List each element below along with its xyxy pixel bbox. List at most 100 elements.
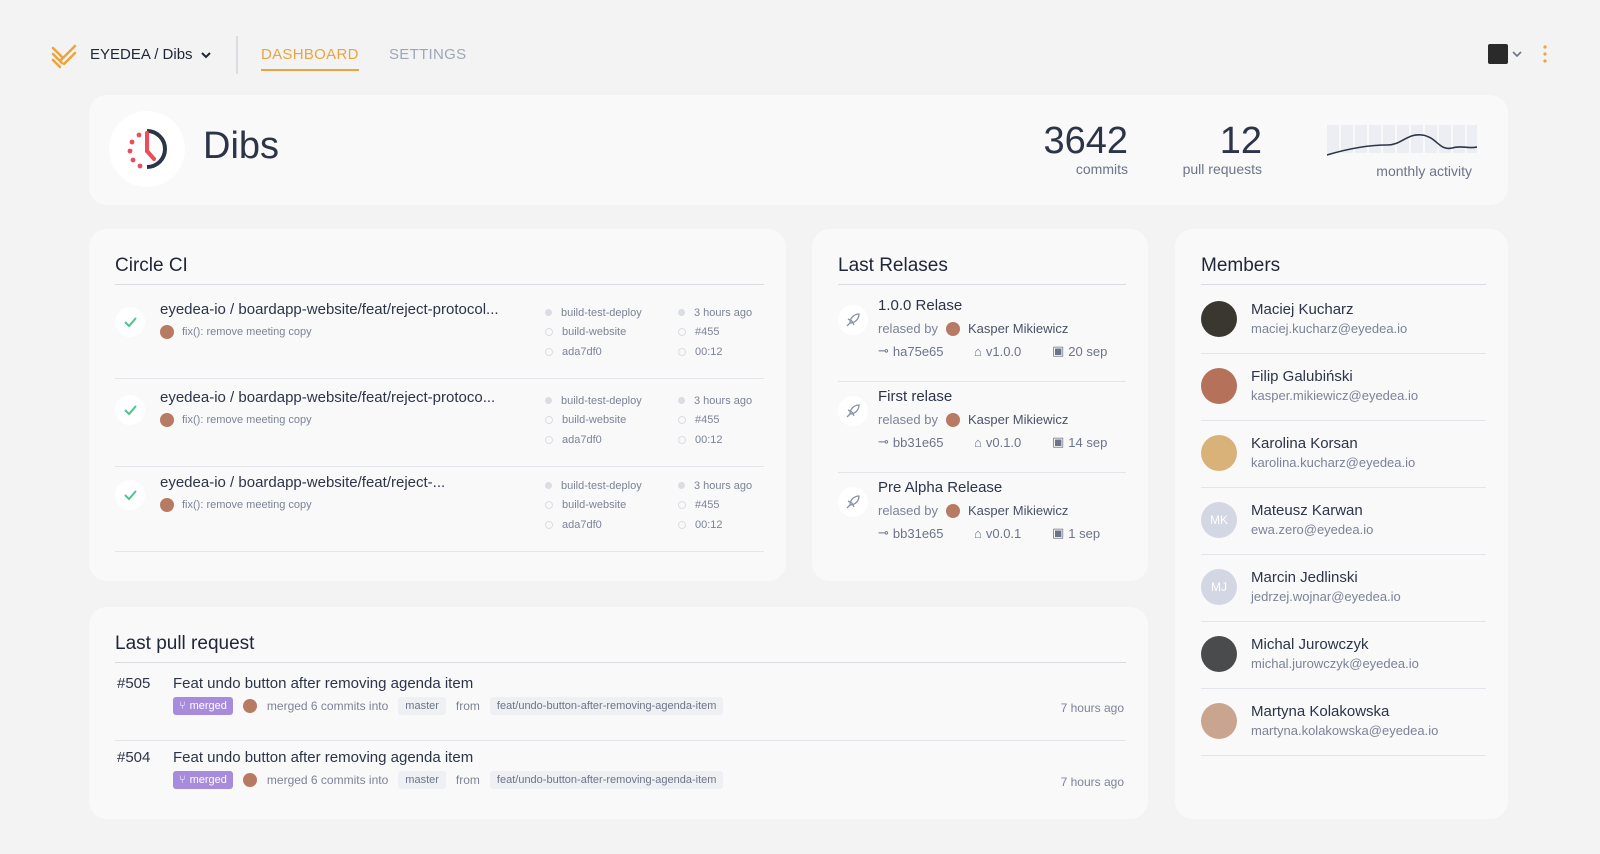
member-row[interactable]: Filip Galubiński kasper.mikiewicz@eyedea… <box>1201 354 1486 421</box>
badge-label: merged <box>189 774 227 786</box>
build-number: #455 <box>695 414 720 427</box>
clock-icon <box>678 309 685 317</box>
build-row[interactable]: eyedea-io / boardapp-website/feat/reject… <box>115 464 764 552</box>
tab-settings[interactable]: SETTINGS <box>389 46 466 63</box>
release-date: 14 sep <box>1068 434 1108 450</box>
pull-request-row[interactable]: #504 Feat undo button after removing age… <box>115 741 1126 815</box>
build-duration: 00:12 <box>695 433 723 446</box>
avatar <box>1488 44 1508 64</box>
source-branch[interactable]: feat/undo-button-after-removing-agenda-i… <box>489 697 724 715</box>
author-name: Kasper Mikiewicz <box>967 503 1069 518</box>
section-title: Members <box>1201 255 1281 276</box>
success-check-icon <box>115 480 145 510</box>
releases-card: Last Relases 1.0.0 Relase relased by Kasp… <box>812 229 1148 581</box>
build-commit: fix(): remove meeting copy <box>160 498 312 512</box>
job-name: build-website <box>562 326 627 339</box>
commit-message: fix(): remove meeting copy <box>182 414 312 426</box>
build-jobs: build-test-deploy build-website ada7df0 <box>545 476 642 535</box>
timer-icon <box>678 520 686 529</box>
job-status-dot <box>545 416 553 425</box>
member-name: Maciej Kucharz <box>1251 301 1354 318</box>
pull-request-row[interactable]: #505 Feat undo button after removing age… <box>115 667 1126 741</box>
release-date: 1 sep <box>1068 525 1101 541</box>
member-row[interactable]: Karolina Korsan karolina.kucharz@eyedea.… <box>1201 421 1486 488</box>
top-bar: EYEDEA / Dibs DASHBOARD SETTINGS <box>0 0 1600 110</box>
build-row[interactable]: eyedea-io / boardapp-website/feat/reject… <box>115 291 764 379</box>
member-row[interactable]: MJ Marcin Jedlinski jedrzej.wojnar@eyede… <box>1201 555 1486 622</box>
section-title: Last pull request <box>115 633 255 654</box>
avatar <box>945 321 960 336</box>
pr-time: 7 hours ago <box>1060 701 1124 715</box>
avatar: MJ <box>1201 569 1237 605</box>
release-name[interactable]: Pre Alpha Release <box>878 479 1002 496</box>
pr-detail: ⑂ merged merged 6 commits into master fro… <box>173 771 724 789</box>
hash-icon <box>678 416 686 425</box>
eyedea-logo-icon[interactable] <box>50 42 78 70</box>
project-name: EYEDEA / Dibs <box>90 46 193 63</box>
release-date: 20 sep <box>1068 343 1108 359</box>
section-title: Last Relases <box>838 255 948 276</box>
member-row[interactable]: Michal Jurowczyk michal.jurowczyk@eyedea… <box>1201 622 1486 689</box>
user-menu[interactable] <box>1488 44 1522 64</box>
hash-icon <box>678 501 686 510</box>
job-name: build-test-deploy <box>561 479 642 492</box>
released-by-label: relased by <box>878 412 938 427</box>
release-name[interactable]: 1.0.0 Relase <box>878 297 962 314</box>
job-name: build-website <box>562 499 627 512</box>
commit-hash: ada7df0 <box>562 345 602 358</box>
build-jobs: build-test-deploy build-website ada7df0 <box>545 303 642 362</box>
release-name[interactable]: First relase <box>878 388 952 405</box>
pr-title[interactable]: Feat undo button after removing agenda i… <box>173 749 473 766</box>
source-branch[interactable]: feat/undo-button-after-removing-agenda-i… <box>489 771 724 789</box>
member-row[interactable]: Martyna Kolakowska martyna.kolakowska@ey… <box>1201 689 1486 756</box>
commit-hash: ada7df0 <box>562 433 602 446</box>
commit-hash: bb31e65 <box>892 434 944 450</box>
released-by-label: relased by <box>878 503 938 518</box>
commit-hash: ha75e65 <box>892 343 944 359</box>
tab-dashboard[interactable]: DASHBOARD <box>261 46 359 71</box>
pr-number: #504 <box>117 749 151 766</box>
build-title[interactable]: eyedea-io / boardapp-website/feat/reject… <box>160 474 445 491</box>
build-title[interactable]: eyedea-io / boardapp-website/feat/reject… <box>160 389 495 406</box>
release-meta: ⊸ ha75e65 ⌂ v1.0.0 ▣ 20 sep <box>878 343 1107 359</box>
status-badge: ⑂ merged <box>173 771 233 789</box>
pr-detail: ⑂ merged merged 6 commits into master fro… <box>173 697 724 715</box>
release-row[interactable]: 1.0.0 Relase relased by Kasper Mikiewicz … <box>838 291 1126 382</box>
merged-text: merged 6 commits into <box>266 773 389 787</box>
merge-icon: ⑂ <box>179 700 186 712</box>
avatar <box>242 699 257 713</box>
chevron-down-icon <box>200 51 211 58</box>
divider <box>1201 284 1486 285</box>
release-meta: ⊸ bb31e65 ⌂ v0.1.0 ▣ 14 sep <box>878 434 1107 450</box>
member-email: michal.jurowczyk@eyedea.io <box>1251 656 1419 671</box>
build-duration: 00:12 <box>695 518 723 531</box>
build-title[interactable]: eyedea-io / boardapp-website/feat/reject… <box>160 301 499 318</box>
pr-number: #505 <box>117 675 151 692</box>
target-branch[interactable]: master <box>398 697 446 715</box>
merge-icon: ⑂ <box>179 774 186 786</box>
build-time: 3 hours ago <box>694 479 753 492</box>
pr-time: 7 hours ago <box>1060 775 1124 789</box>
release-row[interactable]: First relase relased by Kasper Mikiewicz … <box>838 382 1126 473</box>
project-switcher[interactable]: EYEDEA / Dibs <box>90 46 211 63</box>
more-options-icon[interactable] <box>1542 44 1548 64</box>
build-time: 3 hours ago <box>694 306 753 319</box>
release-tag: v1.0.0 <box>985 343 1022 359</box>
release-row[interactable]: Pre Alpha Release relased by Kasper Mikie… <box>838 473 1126 564</box>
commits-count: 3642 <box>1043 120 1128 162</box>
member-email: karolina.kucharz@eyedea.io <box>1251 455 1416 470</box>
clock-icon <box>678 482 685 490</box>
rocket-icon <box>838 396 868 426</box>
pr-title[interactable]: Feat undo button after removing agenda i… <box>173 675 473 692</box>
build-row[interactable]: eyedea-io / boardapp-website/feat/reject… <box>115 379 764 467</box>
pull-requests-stat: 12 pull requests <box>1183 121 1262 177</box>
job-status-dot <box>545 501 553 510</box>
target-branch[interactable]: master <box>398 771 446 789</box>
timer-icon <box>678 435 686 444</box>
commit-icon <box>545 347 553 356</box>
commit-icon: ⊸ <box>878 343 889 358</box>
member-row[interactable]: Maciej Kucharz maciej.kucharz@eyedea.io <box>1201 287 1486 354</box>
calendar-icon: ▣ <box>1052 434 1065 449</box>
tag-icon: ⌂ <box>974 525 982 541</box>
member-row[interactable]: MK Mateusz Karwan ewa.zero@eyedea.io <box>1201 488 1486 555</box>
